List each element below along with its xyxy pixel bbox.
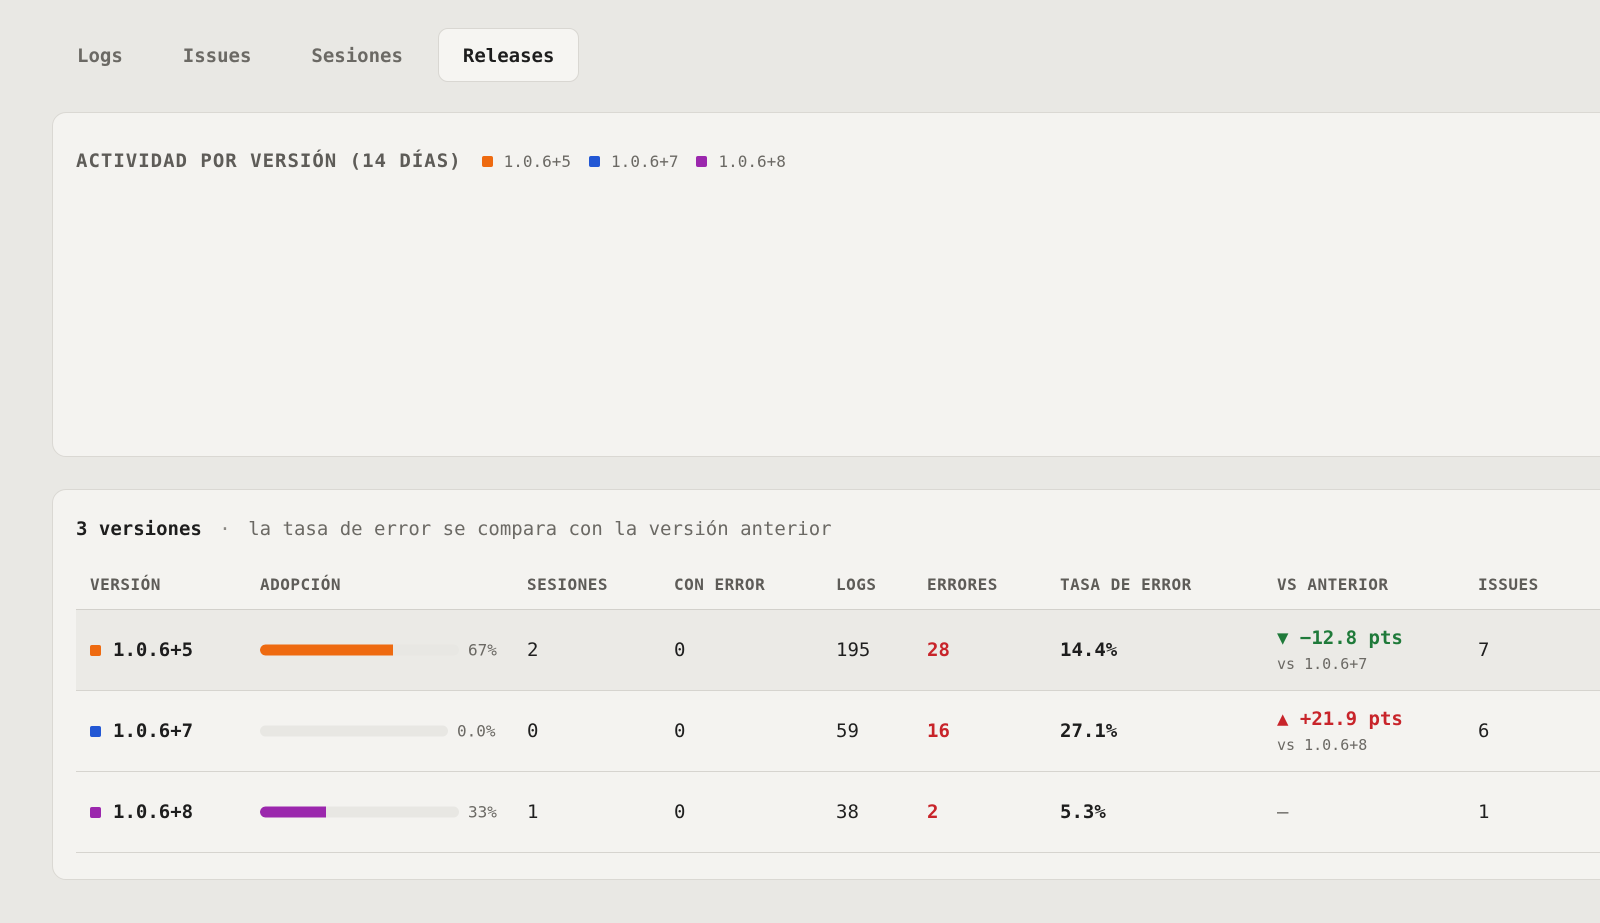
adoption-bar-fill <box>260 806 326 818</box>
legend-swatch <box>481 155 493 167</box>
tab-issues[interactable]: Issues <box>158 28 277 82</box>
legend-item-1-0-6-8: 1.0.6+8 <box>696 151 786 171</box>
version-label: 1.0.6+7 <box>113 720 194 742</box>
version-swatch <box>90 644 101 656</box>
header-version[interactable]: VERSIÓN <box>90 575 161 594</box>
header-adoption[interactable]: ADOPCIÓN <box>260 575 341 594</box>
error-rate-value: 14.4% <box>1060 639 1118 661</box>
adoption-bar <box>260 806 459 818</box>
summary-note: la tasa de error se compara con la versi… <box>248 518 832 540</box>
errors-value: 16 <box>927 720 950 742</box>
version-count: 3 versiones <box>76 518 202 540</box>
header-issues[interactable]: ISSUES <box>1478 575 1539 594</box>
errors-value: 2 <box>927 801 939 823</box>
version-swatch <box>90 725 101 737</box>
header-vs-previous[interactable]: VS ANTERIOR <box>1277 575 1388 594</box>
vs-previous-delta: — <box>1277 801 1289 823</box>
logs-value: 38 <box>836 801 859 823</box>
table-summary: 3 versiones · la tasa de error se compar… <box>76 518 832 540</box>
legend-label: 1.0.6+5 <box>503 151 572 171</box>
adoption-percent: 33% <box>468 802 497 822</box>
releases-table: VERSIÓN ADOPCIÓN SESIONES CON ERROR LOGS… <box>76 560 1600 853</box>
tab-bar: Logs Issues Sesiones Releases <box>52 28 589 82</box>
chart-header: ACTIVIDAD POR VERSIÓN (14 DÍAS) 1.0.6+5 … <box>76 150 804 172</box>
vs-previous-cell: ▼ −12.8 pts vs 1.0.6+7 <box>1277 627 1403 673</box>
header-sessions[interactable]: SESIONES <box>527 575 608 594</box>
vs-previous-cell: ▲ +21.9 pts vs 1.0.6+8 <box>1277 708 1403 754</box>
tab-logs[interactable]: Logs <box>52 28 148 82</box>
with-error-value: 0 <box>674 801 686 823</box>
vs-previous-delta: ▲ +21.9 pts <box>1277 708 1403 730</box>
vs-previous-reference: vs 1.0.6+7 <box>1277 655 1368 673</box>
vs-previous-reference: vs 1.0.6+8 <box>1277 736 1368 754</box>
version-cell: 1.0.6+5 <box>90 639 193 661</box>
legend-label: 1.0.6+8 <box>718 151 786 171</box>
adoption-bar <box>260 644 459 656</box>
issues-value: 7 <box>1478 639 1490 661</box>
logs-value: 59 <box>836 720 859 742</box>
table-row[interactable]: 1.0.6+5 67% 2 0 195 28 14.4% ▼ −12.8 pts… <box>76 610 1600 691</box>
adoption-percent: 67% <box>468 640 497 660</box>
summary-separator: · <box>219 518 231 540</box>
vs-previous-cell: — <box>1277 801 1288 823</box>
version-cell: 1.0.6+8 <box>90 801 193 823</box>
legend-label: 1.0.6+7 <box>611 151 679 171</box>
version-label: 1.0.6+8 <box>113 801 194 823</box>
errors-value: 28 <box>927 639 950 661</box>
header-logs[interactable]: LOGS <box>836 575 877 594</box>
adoption-bar <box>260 725 448 737</box>
legend-swatch <box>696 155 708 167</box>
vs-previous-delta: ▼ −12.8 pts <box>1277 627 1403 649</box>
error-rate-value: 27.1% <box>1060 720 1118 742</box>
header-errors[interactable]: ERRORES <box>927 575 998 594</box>
version-cell: 1.0.6+7 <box>90 720 193 742</box>
issues-value: 6 <box>1478 720 1490 742</box>
legend-item-1-0-6-5: 1.0.6+5 <box>481 151 572 171</box>
header-with-error[interactable]: CON ERROR <box>674 575 765 594</box>
sessions-value: 2 <box>527 639 539 661</box>
with-error-value: 0 <box>674 720 686 742</box>
error-rate-value: 5.3% <box>1060 801 1106 823</box>
table-row[interactable]: 1.0.6+7 0.0% 0 0 59 16 27.1% ▲ +21.9 pts… <box>76 691 1600 772</box>
sessions-value: 0 <box>527 720 539 742</box>
table-row[interactable]: 1.0.6+8 33% 1 0 38 2 5.3% — 1 <box>76 772 1600 853</box>
version-label: 1.0.6+5 <box>113 639 194 661</box>
legend-swatch <box>589 155 601 167</box>
activity-chart-card: ACTIVIDAD POR VERSIÓN (14 DÍAS) 1.0.6+5 … <box>52 112 1600 457</box>
chart-title: ACTIVIDAD POR VERSIÓN (14 DÍAS) <box>76 150 462 172</box>
releases-table-card: 3 versiones · la tasa de error se compar… <box>52 489 1600 880</box>
logs-value: 195 <box>836 639 871 661</box>
tab-sesiones[interactable]: Sesiones <box>286 28 428 82</box>
adoption-bar-fill <box>260 644 394 656</box>
legend-item-1-0-6-7: 1.0.6+7 <box>589 152 678 171</box>
adoption-percent: 0.0% <box>457 721 496 741</box>
version-swatch <box>90 806 101 818</box>
table-header-row: VERSIÓN ADOPCIÓN SESIONES CON ERROR LOGS… <box>76 560 1600 610</box>
sessions-value: 1 <box>527 801 539 823</box>
tab-releases[interactable]: Releases <box>437 28 580 82</box>
header-error-rate[interactable]: TASA DE ERROR <box>1060 575 1192 594</box>
issues-value: 1 <box>1478 801 1490 823</box>
with-error-value: 0 <box>674 639 686 661</box>
